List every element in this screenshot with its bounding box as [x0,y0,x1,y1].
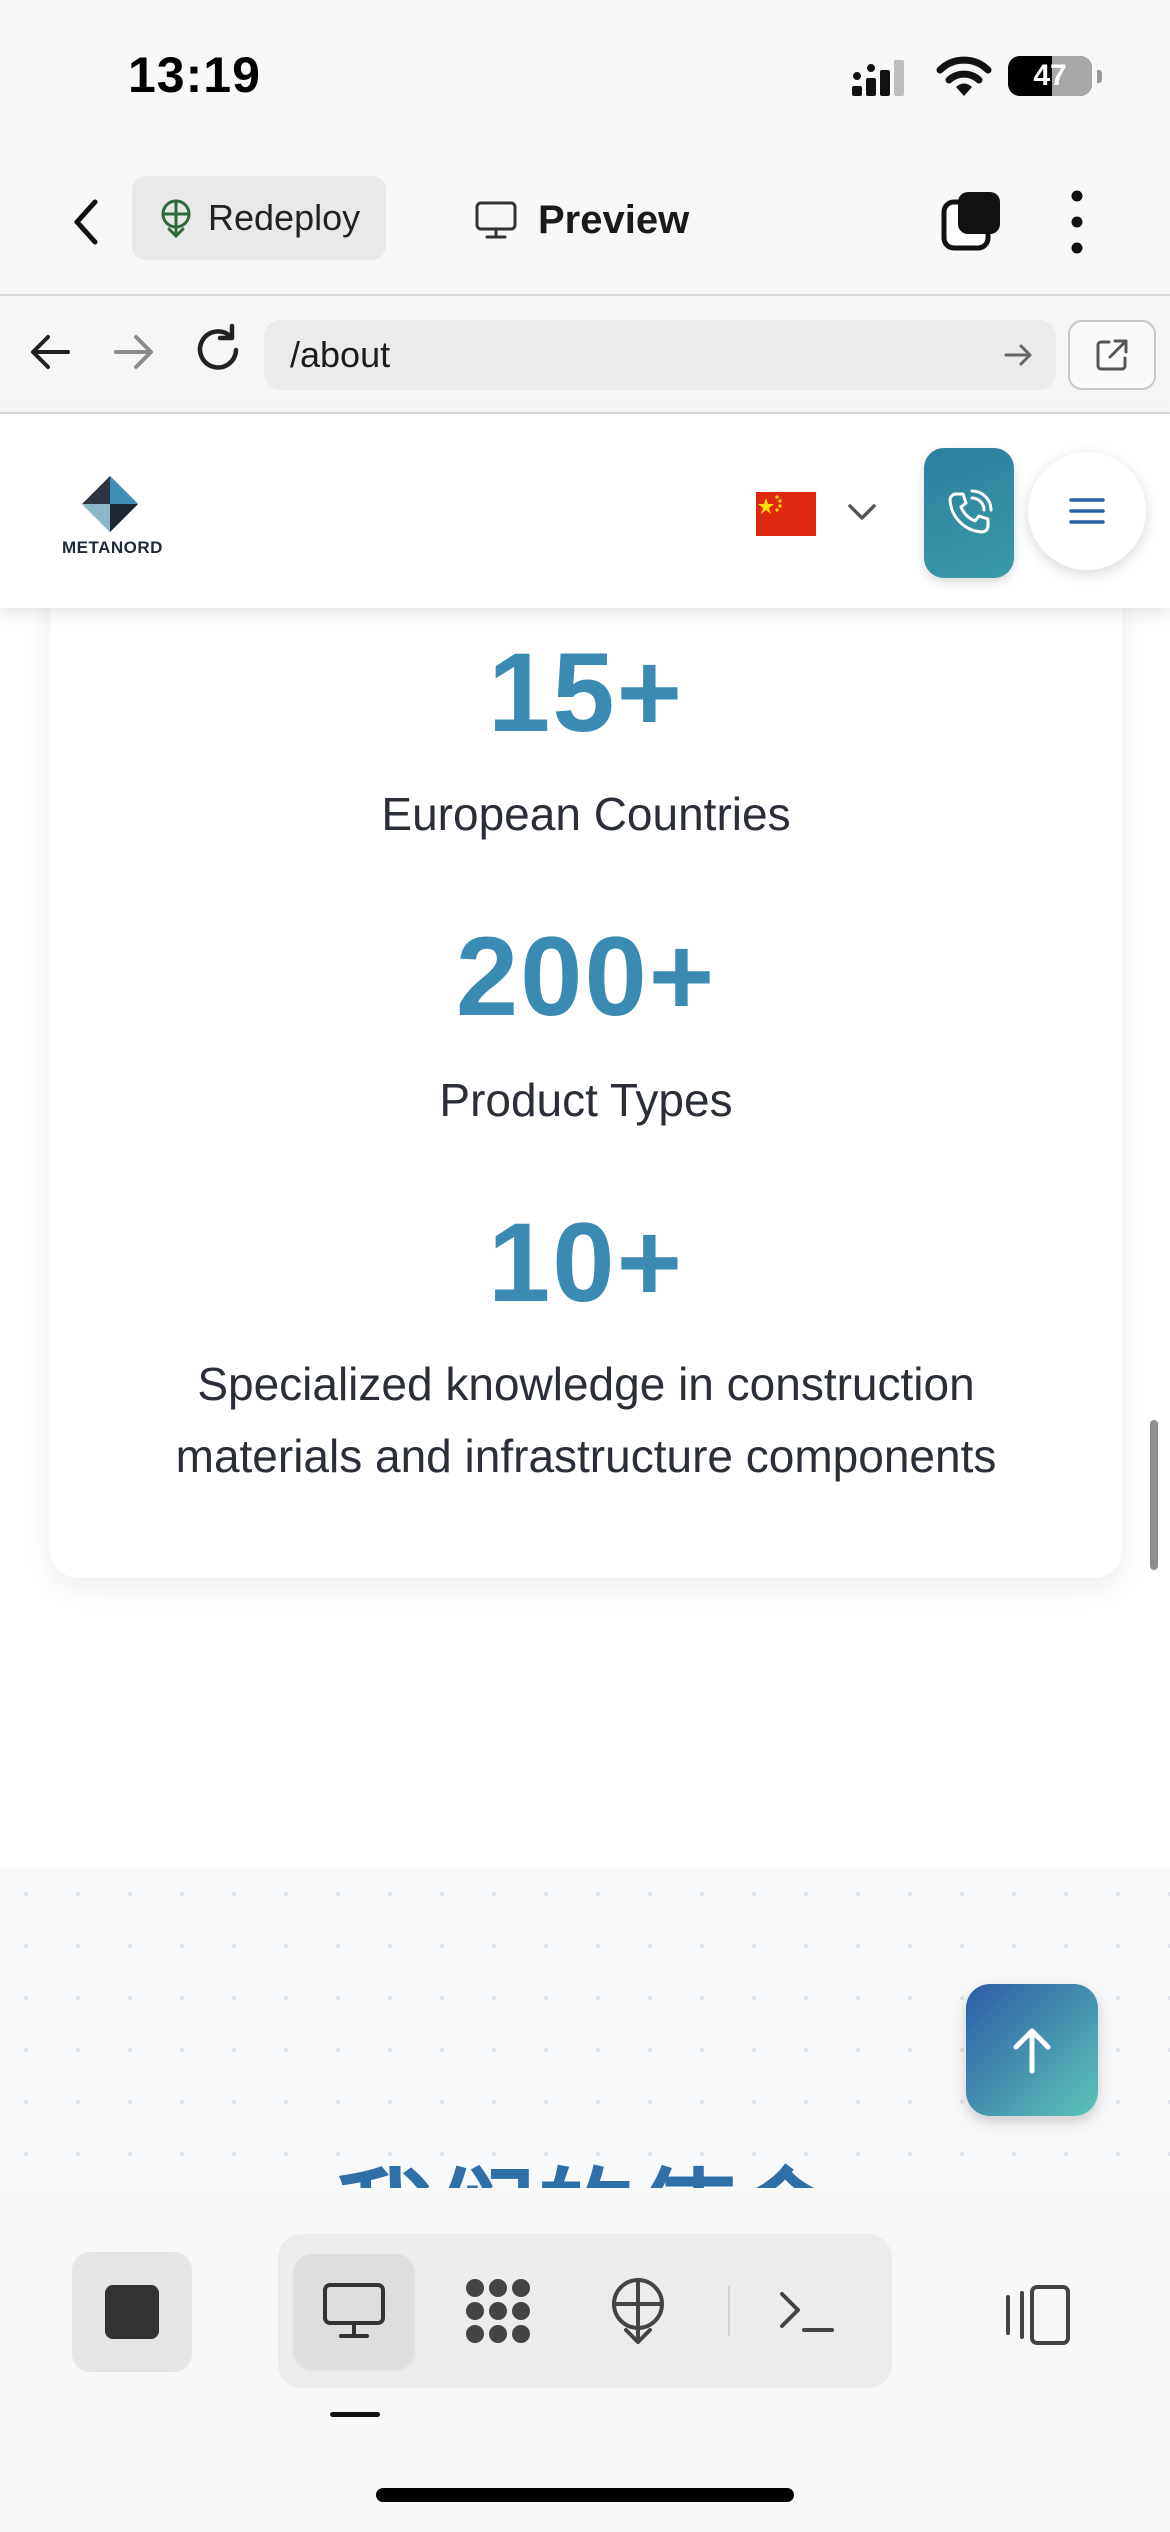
open-external-button[interactable] [1068,320,1156,390]
stop-button[interactable] [72,2252,192,2372]
stat-number: 10+ [488,1200,684,1325]
desktop-icon [323,2283,385,2338]
go-arrow-icon[interactable] [1002,338,1036,372]
stat-label: Product Types [439,1074,733,1126]
status-bar: 13:19 47 [0,0,1170,150]
arrow-right-icon[interactable] [108,326,160,378]
logo-text-part-a: METANORD [62,538,163,557]
bottom-toolbar [0,2188,1170,2532]
menu-button[interactable] [1028,452,1146,570]
preview-label: Preview [538,197,690,242]
external-link-icon [1096,339,1128,371]
chevron-left-icon [74,199,98,245]
stat-number: 15+ [488,630,684,755]
flag-stars-icon [758,495,782,514]
page-content: 15+ European Countries 200+ Product Type… [0,608,1170,2188]
services-button[interactable] [438,2254,558,2368]
stat-label-line: Specialized knowledge in construction [197,1358,975,1410]
cellular-signal-icon [852,60,904,96]
hamburger-menu-icon [1069,498,1105,524]
deploy-icon [612,2278,664,2344]
app-header: Redeploy Preview [0,150,1170,296]
desktop-view-button[interactable] [294,2254,414,2368]
arrow-up-icon [1013,2028,1051,2074]
stat-label: European Countries [381,788,791,840]
desktop-icon [475,201,517,239]
call-button[interactable] [924,448,1014,578]
chevron-down-icon[interactable] [842,494,882,530]
tabs-icon[interactable] [940,190,1004,254]
wifi-icon [936,56,992,96]
view-toolgroup [278,2234,892,2388]
stat-number: 200+ [455,914,717,1039]
stop-icon [105,2285,159,2339]
toolbar-divider [728,2286,730,2336]
scrollbar[interactable] [1150,1420,1158,1570]
reload-icon[interactable] [190,322,246,378]
phone-icon [948,489,993,534]
url-text: /about [290,334,391,375]
battery-level: 47 [1033,59,1067,92]
site-header: METANORD [0,414,1170,608]
logo-text: METANORD [62,538,163,558]
china-flag-icon[interactable] [756,492,816,536]
arrow-left-icon[interactable] [24,326,76,378]
back-button[interactable] [58,192,114,252]
status-time: 13:19 [128,47,261,103]
browser-url-bar: /about [0,296,1170,414]
battery-icon: 47 [1008,56,1102,96]
terminal-icon [780,2292,834,2332]
layout-icon[interactable] [998,2280,1074,2350]
scroll-to-top-button[interactable] [966,1984,1098,2116]
url-input[interactable]: /about [264,320,1056,390]
more-options-icon[interactable] [1060,186,1094,258]
stats-card: 15+ European Countries 200+ Product Type… [50,608,1122,1578]
redeploy-button[interactable]: Redeploy [132,176,386,260]
terminal-button[interactable] [746,2254,866,2368]
grid-icon [466,2279,530,2343]
section-heading: 我们的使命 [0,2162,1170,2188]
stat-label-line: materials and infrastructure components [175,1430,997,1482]
active-tab-indicator [330,2412,380,2417]
stat-label: Specialized knowledge in construction ma… [110,1348,1062,1492]
deploy-icon [161,199,191,238]
redeploy-label: Redeploy [208,197,361,238]
deploy-button[interactable] [578,2254,698,2368]
home-indicator[interactable] [376,2488,794,2502]
preview-tab[interactable]: Preview [474,180,689,260]
